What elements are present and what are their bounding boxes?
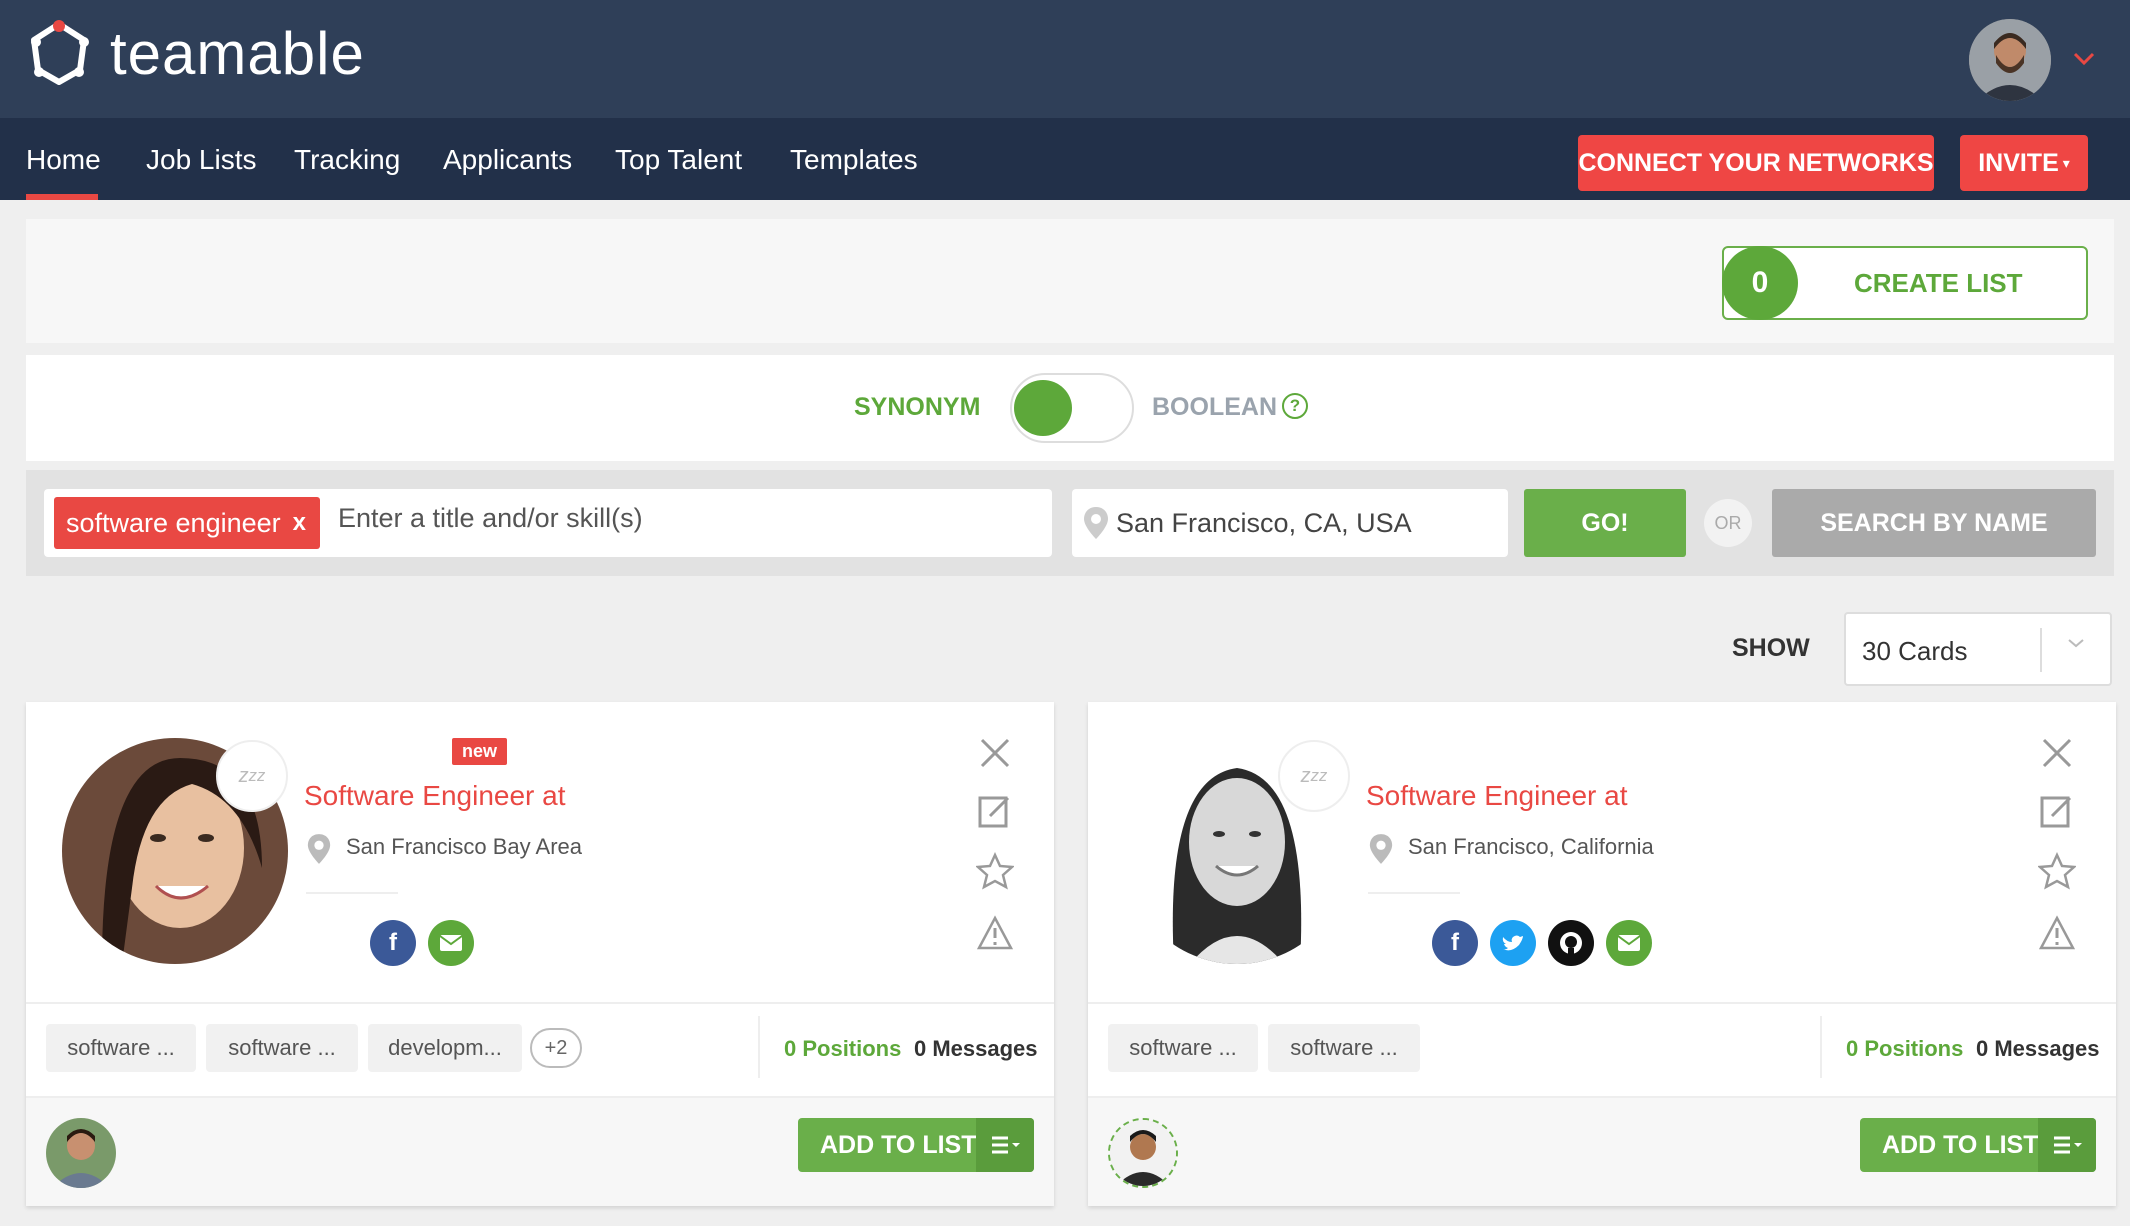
facebook-icon[interactable]: f (370, 920, 416, 966)
create-list-label: CREATE LIST (1854, 268, 2023, 298)
nav-home[interactable]: Home (26, 144, 101, 176)
divider (758, 1016, 760, 1078)
candidate-location: San Francisco, California (1408, 834, 1654, 859)
active-tab-indicator (26, 194, 98, 200)
top-header: teamable (0, 0, 2130, 118)
main-nav: Home Job Lists Tracking Applicants Top T… (0, 118, 2130, 200)
list-menu-icon[interactable] (976, 1118, 1034, 1172)
nav-top-talent[interactable]: Top Talent (615, 144, 742, 176)
nav-templates[interactable]: Templates (790, 144, 918, 176)
map-pin-icon (1084, 507, 1108, 539)
list-menu-icon[interactable] (2038, 1118, 2096, 1172)
teamable-logo-icon (31, 20, 89, 85)
create-list-button[interactable]: 0 CREATE LIST (1722, 246, 2088, 320)
new-badge: new (452, 738, 508, 765)
logo-text: teamable (110, 19, 365, 87)
nav-job-lists[interactable]: Job Lists (146, 144, 257, 176)
card-divider (1088, 1002, 2116, 1004)
skill-tag[interactable]: software ... (1268, 1024, 1420, 1072)
chevron-down-icon (2068, 639, 2084, 648)
warning-icon[interactable] (2038, 914, 2076, 952)
search-by-name-button[interactable]: SEARCH BY NAME (1772, 489, 2096, 557)
messages-count[interactable]: 0 Messages (914, 1036, 1038, 1062)
go-button[interactable]: GO! (1524, 489, 1686, 557)
card-footer: ADD TO LIST (26, 1096, 1054, 1206)
cards-per-page-select[interactable]: 30 Cards (1844, 612, 2112, 686)
skill-tag[interactable]: developm... (368, 1024, 522, 1072)
synonym-mode-label[interactable]: SYNONYM (854, 393, 980, 422)
map-pin-icon (307, 834, 331, 864)
help-icon[interactable]: ? (1282, 393, 1308, 419)
candidate-location: San Francisco Bay Area (346, 834, 583, 859)
owner-avatar[interactable] (1108, 1118, 1178, 1188)
messages-count[interactable]: 0 Messages (1976, 1036, 2100, 1062)
add-to-list-label: ADD TO LIST (1882, 1131, 2039, 1159)
github-icon[interactable] (1548, 920, 1594, 966)
facebook-icon[interactable]: f (1432, 920, 1478, 966)
keyword-chip: software engineer x (54, 497, 320, 549)
divider (1820, 1016, 1822, 1078)
search-mode-toggle[interactable] (1010, 373, 1134, 443)
connect-networks-button[interactable]: CONNECT YOUR NETWORKS (1578, 135, 1934, 191)
chevron-down-icon[interactable] (2073, 52, 2095, 66)
candidate-title[interactable]: Software Engineer at (304, 780, 566, 812)
location-input[interactable]: San Francisco, CA, USA (1116, 508, 1412, 539)
toggle-knob (1014, 380, 1072, 436)
user-avatar[interactable] (1969, 19, 2051, 101)
positions-count[interactable]: 0 Positions (1846, 1036, 1963, 1062)
add-to-list-button[interactable]: ADD TO LIST (1860, 1118, 2096, 1172)
show-label: SHOW (1732, 634, 1810, 662)
skill-tag[interactable]: software ... (46, 1024, 196, 1072)
email-icon[interactable] (1606, 920, 1652, 966)
list-count-badge: 0 (1722, 246, 1798, 320)
candidate-card[interactable]: zzz new Software Engineer at San Francis… (26, 702, 1054, 1206)
edit-note-icon[interactable] (976, 792, 1014, 830)
close-icon[interactable] (2038, 734, 2076, 772)
map-pin-icon (1369, 834, 1393, 864)
remove-chip-icon[interactable]: x (293, 509, 306, 537)
nav-applicants[interactable]: Applicants (443, 144, 572, 176)
candidate-title[interactable]: Software Engineer at (1366, 780, 1628, 812)
divider (1368, 892, 1460, 894)
more-tags-button[interactable]: +2 (530, 1028, 582, 1068)
card-footer: ADD TO LIST (1088, 1096, 2116, 1206)
positions-count[interactable]: 0 Positions (784, 1036, 901, 1062)
invite-button[interactable]: INVITE ▾ (1960, 135, 2088, 191)
search-by-name-label: SEARCH BY NAME (1820, 508, 2048, 537)
keyword-input[interactable]: Enter a title and/or skill(s) (338, 503, 643, 534)
keyword-chip-label: software engineer (66, 507, 281, 538)
twitter-icon[interactable] (1490, 920, 1536, 966)
owner-avatar[interactable] (46, 1118, 116, 1188)
warning-icon[interactable] (976, 914, 1014, 952)
close-icon[interactable] (976, 734, 1014, 772)
cards-per-page-value: 30 Cards (1862, 636, 1968, 666)
invite-label: INVITE (1978, 148, 2059, 177)
or-separator: OR (1704, 499, 1752, 547)
sleeping-icon: zzz (1278, 740, 1350, 812)
add-to-list-button[interactable]: ADD TO LIST (798, 1118, 1034, 1172)
go-label: GO! (1581, 508, 1629, 537)
email-icon[interactable] (428, 920, 474, 966)
skill-tag[interactable]: software ... (206, 1024, 358, 1072)
caret-down-icon: ▾ (2062, 154, 2070, 171)
connect-networks-label: CONNECT YOUR NETWORKS (1578, 148, 1934, 177)
skill-tag[interactable]: software ... (1108, 1024, 1258, 1072)
select-divider (2040, 628, 2042, 672)
nav-tracking[interactable]: Tracking (294, 144, 400, 176)
logo[interactable]: teamable (24, 18, 365, 88)
candidate-card[interactable]: zzz Software Engineer at San Francisco, … (1088, 702, 2116, 1206)
boolean-mode-label[interactable]: BOOLEAN (1152, 393, 1277, 422)
add-to-list-label: ADD TO LIST (820, 1131, 977, 1159)
card-divider (26, 1002, 1054, 1004)
star-icon[interactable] (976, 852, 1014, 890)
star-icon[interactable] (2038, 852, 2076, 890)
divider (306, 892, 398, 894)
edit-note-icon[interactable] (2038, 792, 2076, 830)
sleeping-icon: zzz (216, 740, 288, 812)
